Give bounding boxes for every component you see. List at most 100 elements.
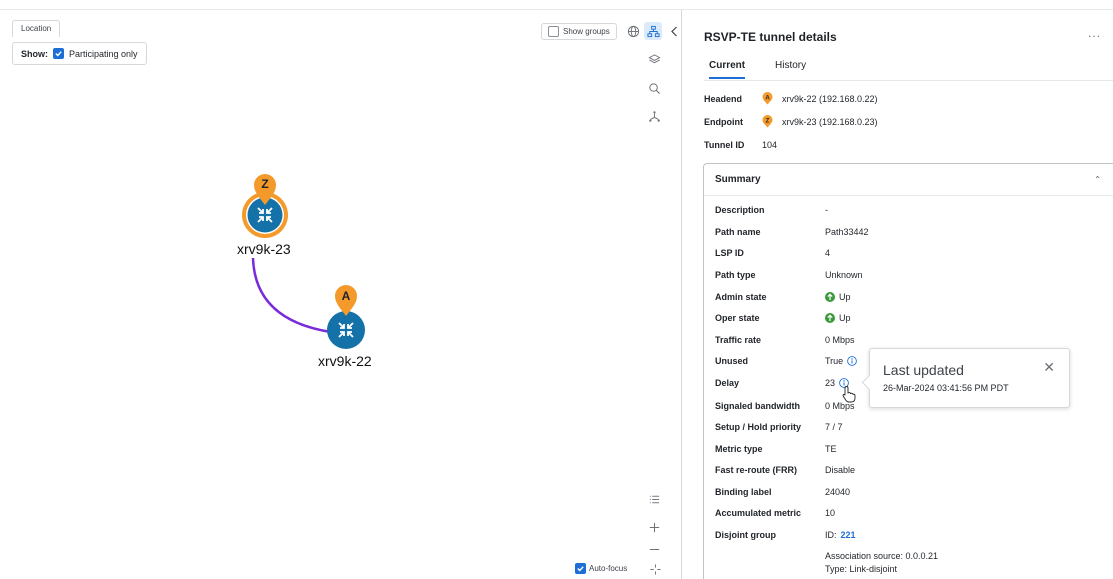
summary-title: Summary: [715, 174, 761, 185]
row-value: Unknown: [825, 270, 863, 280]
row-key: LSP ID: [715, 248, 744, 258]
summary-row: Setup / Hold priority 7 / 7: [715, 422, 843, 432]
row-key: Path name: [715, 227, 761, 237]
row-key: Binding label: [715, 487, 772, 497]
more-options-button[interactable]: ...: [1088, 26, 1101, 40]
zoom-out-button[interactable]: [645, 540, 663, 558]
node-xrv9k-22[interactable]: [327, 311, 365, 349]
auto-focus-toggle[interactable]: Auto-focus: [575, 563, 627, 574]
row-value: TE: [825, 444, 837, 454]
last-updated-tooltip: Last updated 26-Mar-2024 03:41:56 PM PDT…: [869, 348, 1070, 408]
headend-value: xrv9k-22 (192.168.0.22): [782, 93, 878, 104]
endpoint-label: Endpoint: [704, 116, 743, 127]
detail-tabs: Current History: [704, 56, 1113, 81]
unused-value: True: [825, 356, 844, 366]
topology-canvas: Z A: [242, 174, 365, 349]
marker-a-icon: A: [335, 285, 357, 316]
svg-text:Z: Z: [261, 177, 268, 191]
panel-title: RSVP-TE tunnel details: [704, 30, 837, 44]
plus-icon: [649, 522, 659, 532]
summary-row: Fast re-route (FRR) Disable: [715, 465, 855, 475]
row-key: Unused: [715, 356, 749, 366]
list-icon: [649, 495, 659, 503]
node-label-xrv9k-22: xrv9k-22: [318, 353, 372, 369]
association-type: Type: Link-disjoint: [825, 564, 897, 574]
info-icon[interactable]: [847, 356, 858, 366]
row-value: 10: [825, 508, 836, 518]
marker-a-icon: A: [762, 92, 773, 105]
row-value: Disable: [825, 465, 856, 475]
delay-value: 23: [825, 378, 836, 388]
summary-row: Metric type TE: [715, 444, 837, 454]
row-value: True: [825, 356, 858, 366]
summary-row: Unused True: [715, 356, 858, 366]
tunnel-details-panel: RSVP-TE tunnel details ... Current Histo…: [681, 10, 1113, 579]
row-key: Accumulated metric: [715, 508, 802, 518]
row-key: Path type: [715, 270, 756, 280]
row-key: Metric type: [715, 444, 763, 454]
zoom-in-button[interactable]: [645, 518, 663, 536]
headend-label: Headend: [704, 93, 743, 104]
endpoint-value: xrv9k-23 (192.168.0.23): [782, 116, 878, 127]
crosshair-icon: [649, 563, 661, 575]
node-label-xrv9k-23: xrv9k-23: [237, 241, 291, 257]
hand-cursor-icon: [842, 386, 856, 403]
row-value: 4: [825, 248, 831, 258]
row-value: 24040: [825, 487, 851, 497]
row-key: Signaled bandwidth: [715, 401, 800, 411]
summary-row: Path type Unknown: [715, 270, 863, 280]
row-value: Path33442: [825, 227, 869, 237]
row-key: Traffic rate: [715, 335, 762, 345]
marker-z-icon: Z: [762, 115, 773, 128]
oper-state-value: Up: [839, 313, 851, 323]
tunnel-id-label: Tunnel ID: [704, 140, 745, 150]
svg-text:A: A: [342, 289, 351, 303]
tab-current[interactable]: Current: [709, 60, 746, 79]
check-icon: [577, 566, 584, 572]
row-key: Oper state: [715, 313, 760, 323]
tunnel-link[interactable]: [251, 257, 332, 334]
tab-history[interactable]: History: [775, 60, 806, 77]
association-source-text: Association source: 0.0.0.21: [825, 551, 939, 561]
row-key: Admin state: [715, 292, 767, 302]
summary-row: Accumulated metric 10: [715, 508, 835, 518]
disjoint-group-link[interactable]: 221: [841, 530, 856, 540]
summary-row: Delay 23: [715, 378, 849, 388]
summary-header[interactable]: Summary ⌃: [704, 164, 1113, 196]
row-value: Up: [825, 292, 851, 302]
tunnel-id-value: 104: [762, 140, 778, 150]
auto-focus-checkbox[interactable]: [575, 563, 586, 574]
summary-row: Oper state Up: [715, 313, 851, 323]
fit-view-button[interactable]: [646, 560, 664, 578]
close-icon[interactable]: ✕: [1043, 359, 1055, 376]
disjoint-id-prefix: ID:: [825, 530, 837, 540]
auto-focus-label: Auto-focus: [589, 564, 628, 573]
topology-map[interactable]: Location Show: Participating only Show g…: [0, 10, 693, 579]
row-value: Up: [825, 313, 851, 323]
summary-row: LSP ID 4: [715, 248, 830, 258]
tooltip-timestamp: 26-Mar-2024 03:41:56 PM PDT: [883, 383, 1009, 393]
admin-state-value: Up: [839, 292, 851, 302]
list-view-button[interactable]: [645, 490, 663, 508]
summary-row: Disjoint group ID: 221: [715, 530, 856, 540]
svg-text:A: A: [765, 95, 770, 101]
headend-row: Headend A xrv9k-22 (192.168.0.22): [704, 92, 878, 105]
chevron-up-icon: ⌃: [1094, 175, 1101, 184]
summary-row: Path name Path33442: [715, 227, 869, 237]
row-value: 7 / 7: [825, 422, 843, 432]
arrow-up-circle-icon: [825, 292, 835, 302]
row-key: Fast re-route (FRR): [715, 465, 798, 475]
row-key: Disjoint group: [715, 530, 776, 540]
summary-row: Binding label 24040: [715, 487, 850, 497]
tooltip-title: Last updated: [883, 362, 964, 378]
summary-row: Description -: [715, 205, 828, 215]
summary-row: Admin state Up: [715, 292, 851, 302]
row-key: Description: [715, 205, 765, 215]
row-value: 0 Mbps: [825, 335, 855, 345]
summary-row: Signaled bandwidth 0 Mbps: [715, 401, 855, 411]
endpoint-row: Endpoint Z xrv9k-23 (192.168.0.23): [704, 115, 878, 128]
association-source: Association source: 0.0.0.21: [825, 551, 938, 561]
tunnel-id-row: Tunnel ID 104: [704, 140, 777, 150]
association-type-text: Type: Link-disjoint: [825, 564, 898, 574]
row-key: Delay: [715, 378, 740, 388]
